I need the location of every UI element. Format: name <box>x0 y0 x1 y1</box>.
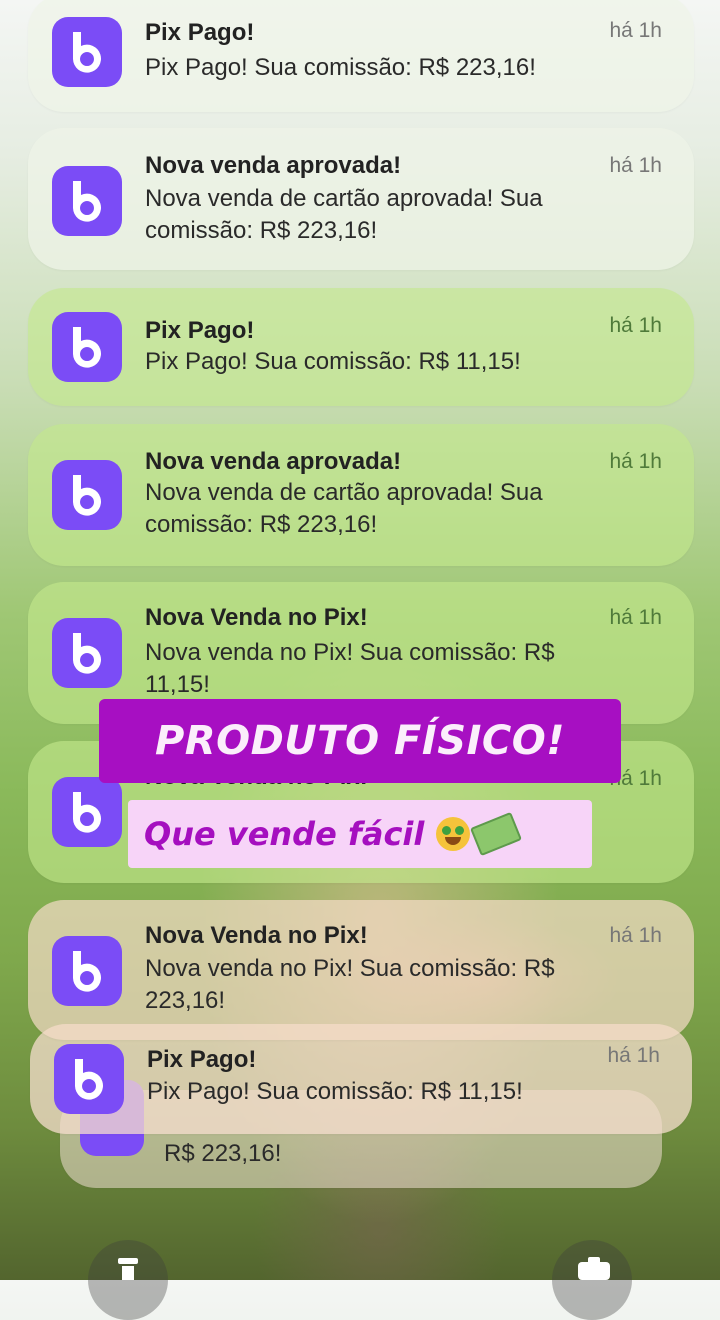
b-app-icon <box>54 1044 124 1114</box>
notification-body: Pix Pago! Sua comissão: R$ 223,16! <box>145 54 536 81</box>
notification-card[interactable]: Pix Pago! Pix Pago! Sua comissão: R$ 223… <box>28 0 694 112</box>
notification-time: há 1h <box>609 19 662 42</box>
notification-card[interactable]: Pix Pago! Pix Pago! Sua comissão: R$ 11,… <box>30 1024 692 1134</box>
promo-title-banner: PRODUTO FÍSICO! <box>99 699 621 783</box>
b-app-icon <box>52 17 122 87</box>
flashlight-icon <box>118 1258 138 1280</box>
notification-title: Pix Pago! <box>145 317 255 344</box>
notification-time: há 1h <box>609 924 662 947</box>
notification-body: Nova venda no Pix! Sua comissão: R$ 223,… <box>145 955 555 1014</box>
notification-title: Pix Pago! <box>145 19 255 46</box>
notification-card[interactable]: Nova venda aprovada! Nova venda de cartã… <box>28 424 694 566</box>
notification-body: Nova venda no Pix! Sua comissão: R$ 11,1… <box>145 639 555 698</box>
notification-body: Pix Pago! Sua comissão: R$ 11,15! <box>147 1078 523 1105</box>
notification-card[interactable]: Pix Pago! Pix Pago! Sua comissão: R$ 11,… <box>28 288 694 406</box>
notification-body: Nova venda de cartão aprovada! Sua comis… <box>145 479 543 538</box>
notification-title: Nova Venda no Pix! <box>145 922 368 949</box>
notification-title: Nova venda aprovada! <box>145 448 402 475</box>
notification-time: há 1h <box>609 314 662 337</box>
notification-time: há 1h <box>609 606 662 629</box>
notification-time: há 1h <box>607 1044 660 1067</box>
notification-time: há 1h <box>609 450 662 473</box>
b-app-icon <box>52 777 122 847</box>
money-mouth-face-icon <box>436 817 471 851</box>
camera-icon <box>578 1257 610 1280</box>
promo-subtitle-banner: Que vende fácil <box>128 800 592 868</box>
notification-body: R$ 223,16! <box>164 1140 282 1167</box>
notification-card[interactable]: Nova Venda no Pix! Nova venda no Pix! Su… <box>28 900 694 1040</box>
flashlight-button[interactable] <box>88 1240 168 1320</box>
promo-subtitle: Que vende fácil <box>144 815 425 853</box>
b-app-icon <box>52 166 122 236</box>
money-with-wings-icon <box>470 811 523 857</box>
notification-title: Pix Pago! <box>147 1046 257 1073</box>
b-app-icon <box>52 460 122 530</box>
notification-body: Pix Pago! Sua comissão: R$ 11,15! <box>145 348 521 375</box>
notification-card[interactable]: Nova venda aprovada! Nova venda de cartã… <box>28 128 694 270</box>
camera-button[interactable] <box>552 1240 632 1320</box>
notification-body: Nova venda de cartão aprovada! Sua comis… <box>145 185 543 244</box>
b-app-icon <box>52 618 122 688</box>
notification-title: Nova venda aprovada! <box>145 152 402 179</box>
notification-title: Nova Venda no Pix! <box>145 604 368 631</box>
promo-title: PRODUTO FÍSICO! <box>154 718 566 764</box>
b-app-icon <box>52 312 122 382</box>
b-app-icon <box>52 936 122 1006</box>
notification-time: há 1h <box>609 154 662 177</box>
